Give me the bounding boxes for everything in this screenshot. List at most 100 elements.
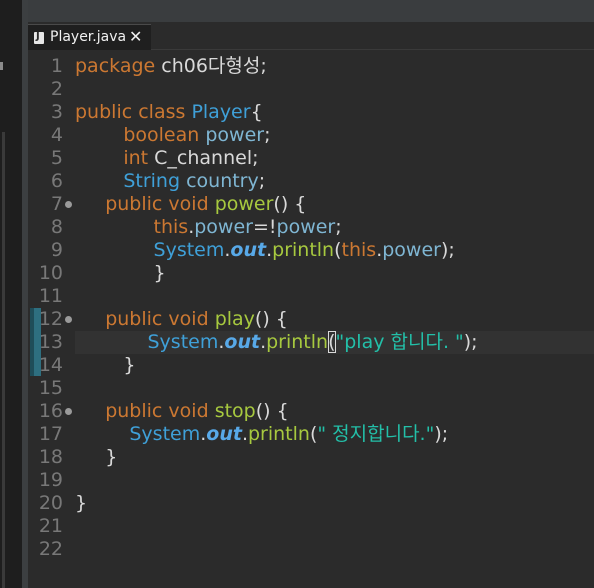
code-token: {: [250, 101, 263, 123]
code-token: C_channel;: [154, 147, 259, 169]
code-token: void: [168, 193, 209, 215]
code-line[interactable]: 16 public void stop() {: [28, 400, 594, 423]
code-text: System.out.println(this.power);: [75, 239, 455, 262]
code-line[interactable]: 19: [28, 469, 594, 492]
line-number: 20: [38, 492, 63, 514]
fold-toggle-icon[interactable]: [65, 408, 72, 415]
code-line[interactable]: 7 public void power() {: [28, 193, 594, 216]
left-panel-edge: [0, 0, 22, 588]
code-token: ;: [264, 124, 271, 146]
code-line[interactable]: 5 int C_channel;: [28, 147, 594, 170]
tab-bar-underline: [151, 49, 594, 50]
code-line[interactable]: 1 package ch06다형성;: [28, 55, 594, 78]
code-text: boolean power;: [75, 124, 270, 147]
code-token: power: [194, 216, 253, 238]
code-token: ;: [258, 170, 266, 192]
code-line[interactable]: 2: [28, 78, 594, 101]
code-editor[interactable]: Player.java ✕ 1 package ch06다형성; 23 public …: [28, 0, 594, 588]
code-token: power: [205, 124, 265, 146]
code-line[interactable]: 8 this.power=!power;: [28, 216, 594, 239]
line-number: 22: [38, 538, 63, 560]
code-line[interactable]: 18 }: [28, 446, 594, 469]
line-number: 4: [50, 124, 63, 146]
code-area[interactable]: 1 package ch06다형성; 2 3 public class Player{4…: [28, 55, 594, 561]
code-line[interactable]: 20}: [28, 492, 594, 515]
code-text: public void stop() {: [75, 400, 289, 423]
line-number: 14: [38, 354, 63, 376]
line-number: 11: [38, 285, 63, 307]
code-token: public: [105, 400, 163, 422]
line-number: 13: [38, 331, 63, 353]
left-panel-scrollbar[interactable]: [2, 132, 5, 588]
code-token: "play 합니다. ": [335, 331, 464, 353]
code-token: println: [247, 423, 310, 445]
code-line[interactable]: 14 }: [28, 354, 594, 377]
code-token: public: [105, 308, 163, 330]
code-token: );: [440, 239, 455, 261]
code-token: }: [75, 354, 136, 376]
code-token: power: [276, 216, 336, 238]
code-line[interactable]: 17 System.out.println(" 정지합니다.");: [28, 423, 594, 446]
code-token: =!: [252, 216, 277, 238]
code-line[interactable]: 11: [28, 285, 594, 308]
code-token: System: [129, 423, 201, 445]
code-token: System: [153, 239, 225, 261]
line-number: 3: [50, 101, 63, 123]
code-text: this.power=!power;: [75, 216, 342, 239]
line-number: 19: [38, 469, 63, 491]
tab-player-java[interactable]: Player.java ✕: [28, 24, 151, 50]
line-number: 5: [50, 147, 63, 169]
tab-title: Player.java: [50, 29, 127, 45]
editor-tab-bar: Player.java ✕: [28, 0, 594, 50]
code-text: }: [75, 446, 117, 469]
code-token: }: [75, 446, 118, 468]
left-panel-marker: [0, 62, 3, 70]
fold-toggle-icon[interactable]: [65, 316, 72, 323]
code-token: void: [168, 308, 209, 330]
code-token: () {: [254, 308, 288, 330]
code-token: play: [214, 308, 255, 330]
tab-bar-background: [28, 0, 594, 22]
code-line[interactable]: 15: [28, 377, 594, 400]
code-token: );: [434, 423, 449, 445]
code-token: ch06다형성;: [155, 55, 267, 77]
code-line[interactable]: 6 String country;: [28, 170, 594, 193]
code-text: package ch06다형성;: [75, 55, 267, 78]
code-line[interactable]: 21: [28, 515, 594, 538]
code-line[interactable]: 9 System.out.println(this.power);: [28, 239, 594, 262]
code-token: out: [224, 331, 261, 353]
code-text: }: [75, 354, 135, 377]
line-number: 8: [50, 216, 63, 238]
code-token: println: [272, 239, 335, 261]
code-line[interactable]: 12 public void play() {: [28, 308, 594, 331]
code-token: void: [168, 400, 209, 422]
fold-toggle-icon[interactable]: [65, 201, 72, 208]
code-token: }: [75, 492, 88, 514]
code-token: int: [123, 147, 149, 169]
code-token: () {: [255, 400, 289, 422]
code-line[interactable]: 10 }: [28, 262, 594, 285]
code-line[interactable]: 3 public class Player{: [28, 101, 594, 124]
code-text: System.out.println(" 정지합니다.");: [75, 423, 448, 446]
line-number: 15: [38, 377, 63, 399]
code-token: (: [328, 331, 336, 353]
code-token: out: [206, 423, 242, 445]
line-number: 7: [50, 193, 63, 215]
close-tab-icon[interactable]: ✕: [129, 27, 142, 46]
code-token: public: [105, 193, 163, 215]
code-text: }: [75, 492, 87, 515]
code-line[interactable]: 22: [28, 538, 594, 561]
code-text: public void power() {: [75, 193, 306, 216]
code-token: String: [123, 170, 181, 192]
code-line[interactable]: 13 System.out.println("play 합니다. ");: [28, 331, 594, 354]
code-token: power: [214, 193, 274, 215]
code-line[interactable]: 4 boolean power;: [28, 124, 594, 147]
java-file-icon: [34, 31, 44, 44]
line-number: 12: [38, 308, 63, 330]
